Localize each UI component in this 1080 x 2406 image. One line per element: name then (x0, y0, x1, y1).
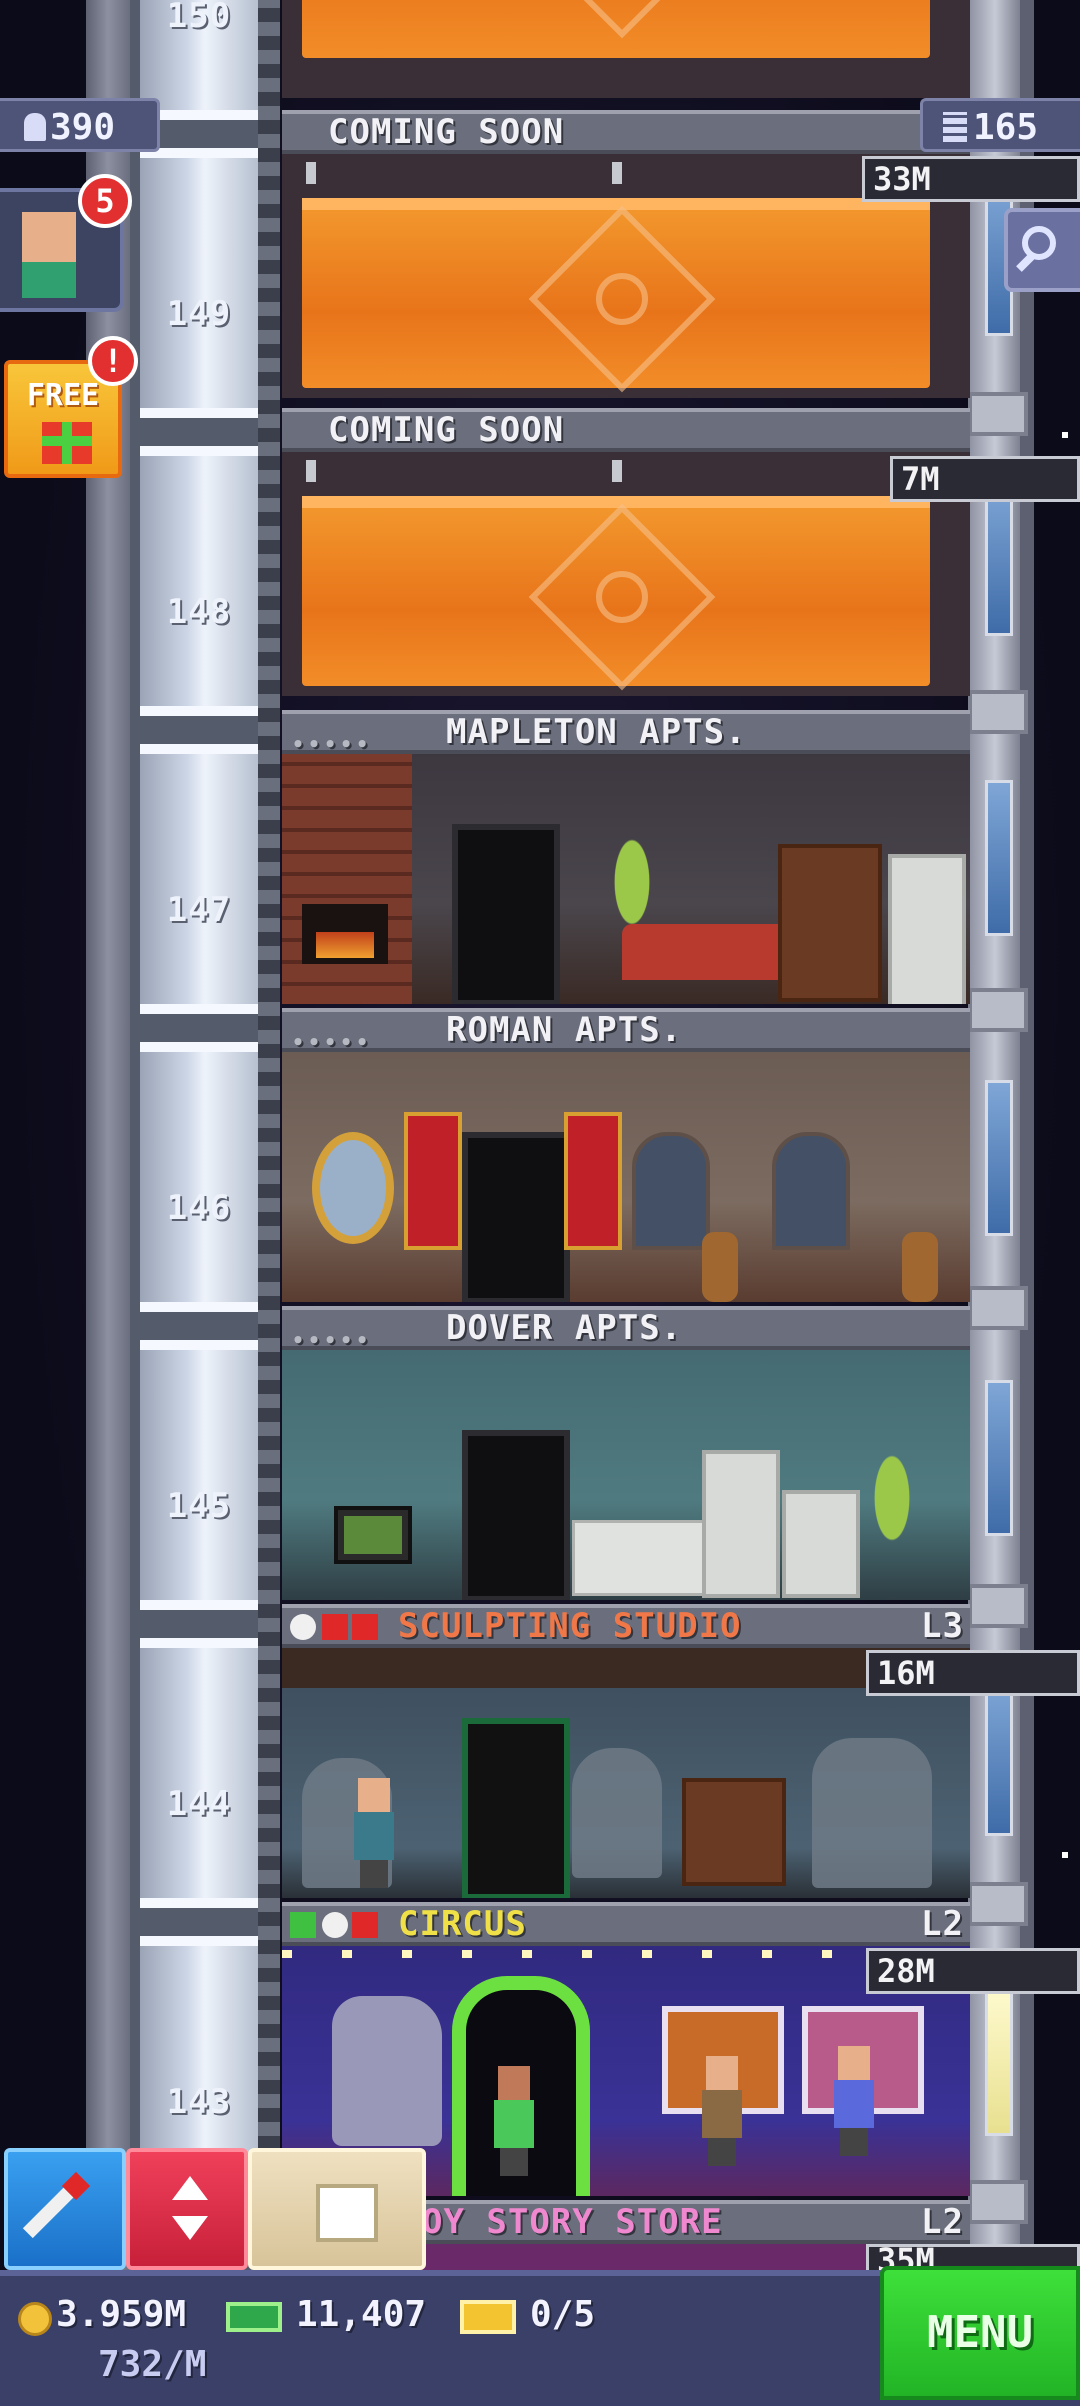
tower-window (985, 1080, 1013, 1236)
floor-label-text: OY STORY STORE (422, 2202, 723, 2242)
tower-window (985, 1980, 1013, 2136)
floor-number: 147 (166, 890, 232, 930)
floor-label-text: DOVER APTS. (446, 1308, 683, 1348)
tower-bracket (968, 2180, 1028, 2224)
x-icon (322, 1614, 348, 1640)
bux-icon (226, 2302, 282, 2332)
tower-window (985, 480, 1013, 636)
floor-147-mapleton-apts[interactable] (282, 754, 970, 1004)
star (1062, 1852, 1068, 1858)
floor-148-construction[interactable] (282, 452, 970, 696)
floor-label-text: COMING SOON (328, 410, 565, 450)
tower-bracket (968, 988, 1028, 1032)
bitizen-face-icon (22, 212, 76, 262)
ticket-icon (460, 2300, 516, 2334)
floor-label-147[interactable]: ••••• MAPLETON APTS. (282, 710, 970, 756)
floor-label-143[interactable]: CIRCUS L2 (282, 1902, 970, 1946)
floor-counter[interactable]: 165 (920, 98, 1080, 152)
tower-exterior-edge (1020, 0, 1034, 2290)
tower-window (985, 1680, 1013, 1836)
tower-bracket (968, 1584, 1028, 1628)
floor-level: L3 (921, 1606, 964, 1646)
elevator-cab-segment (140, 1042, 258, 1312)
floor-label-text: SCULPTING STUDIO (398, 1606, 742, 1646)
income-badge: 28M (866, 1948, 1080, 1994)
tower-bracket (968, 1286, 1028, 1330)
notification-badge: 5 (78, 174, 132, 228)
floor-145-dover-apts[interactable] (282, 1350, 970, 1600)
x-icon (352, 1614, 378, 1640)
tenant-person[interactable] (492, 2066, 536, 2176)
tenant-person[interactable] (832, 2046, 876, 2156)
free-alert-badge: ! (88, 336, 138, 386)
elevator-cab-segment (140, 446, 258, 716)
box-icon (316, 2184, 378, 2242)
tower-window (985, 780, 1013, 936)
income-badge: 16M (866, 1650, 1080, 1696)
tenant-person[interactable] (352, 1778, 396, 1888)
floor-number: 149 (166, 294, 232, 334)
floor-label-text: MAPLETON APTS. (446, 712, 747, 752)
income-rate: 732/M (98, 2344, 207, 2385)
elevator-button[interactable] (126, 2148, 248, 2270)
clock-icon (322, 1912, 348, 1938)
rocket-button[interactable] (4, 2148, 126, 2270)
population-value: 390 (50, 107, 116, 148)
floor-146-roman-apts[interactable] (282, 1052, 970, 1302)
search-button[interactable] (1004, 208, 1080, 292)
shaft-rail (258, 0, 280, 2290)
x-icon (352, 1912, 378, 1938)
floor-level: L2 (921, 1904, 964, 1944)
coins-value: 3.959M (56, 2294, 187, 2335)
tenant-person[interactable] (700, 2056, 744, 2166)
tower-bracket (968, 392, 1028, 436)
updown-icon (172, 2176, 208, 2200)
check-icon (290, 1912, 316, 1938)
floors-icon (943, 112, 967, 142)
elevator-cab-segment (140, 1340, 258, 1610)
star (1062, 432, 1068, 438)
floor-label-text: COMING SOON (328, 112, 565, 152)
build-price-badge: 33M (862, 156, 1080, 202)
floor-count-value: 165 (973, 107, 1039, 148)
rocket-icon (22, 2185, 76, 2239)
floor-label-146[interactable]: ••••• ROMAN APTS. (282, 1008, 970, 1054)
elevator-cab-segment (140, 148, 258, 418)
tickets-value[interactable]: 0/5 (530, 2294, 595, 2335)
menu-button[interactable]: MENU (880, 2266, 1080, 2400)
bitizen-shirt (22, 262, 76, 298)
elevator-cab-segment (140, 1638, 258, 1908)
floor-number: 146 (166, 1188, 232, 1228)
floor-number: 148 (166, 592, 232, 632)
storage-button[interactable] (248, 2148, 426, 2270)
people-icon (24, 113, 46, 141)
floor-number: 143 (166, 2082, 232, 2122)
floor-label-144[interactable]: SCULPTING STUDIO L3 (282, 1604, 970, 1648)
tower-bracket (968, 690, 1028, 734)
floor-150-construction[interactable] (282, 0, 970, 98)
build-price-badge: 7M (890, 456, 1080, 502)
elevator-cab-segment (140, 744, 258, 1014)
clock-icon (290, 1614, 316, 1640)
population-counter[interactable]: 390 (0, 98, 160, 152)
coin-icon (18, 2302, 52, 2336)
tower-window (985, 1380, 1013, 1536)
floor-level: L2 (921, 2202, 964, 2242)
floor-label-text: ROMAN APTS. (446, 1010, 683, 1050)
floor-number: 145 (166, 1486, 232, 1526)
gift-icon (42, 422, 92, 464)
tower-bracket (968, 1882, 1028, 1926)
floor-label-149[interactable]: COMING SOON (282, 110, 970, 154)
floor-label-145[interactable]: ••••• DOVER APTS. (282, 1306, 970, 1352)
bux-value[interactable]: 11,407 (296, 2294, 426, 2335)
floor-label-148[interactable]: COMING SOON (282, 408, 970, 452)
floor-number: 144 (166, 1784, 232, 1824)
floor-number: 150 (166, 0, 232, 36)
floor-label-text: CIRCUS (398, 1904, 527, 1944)
